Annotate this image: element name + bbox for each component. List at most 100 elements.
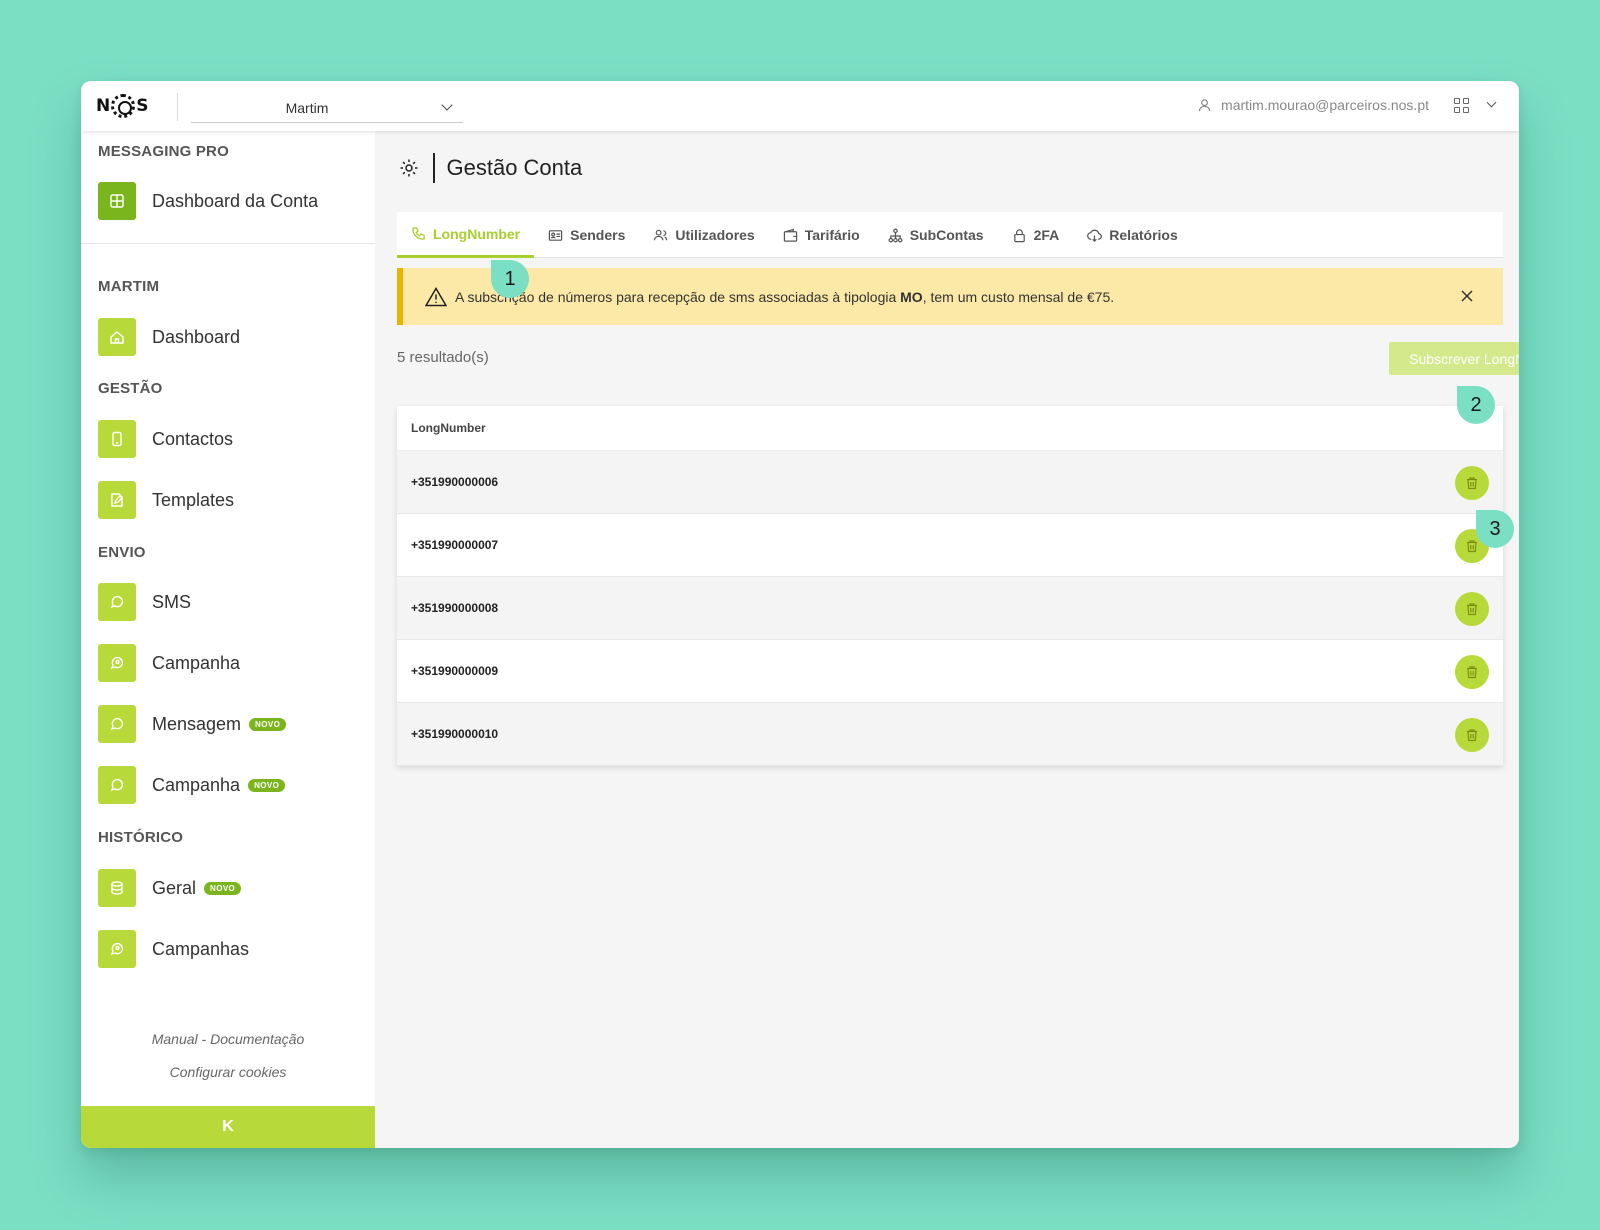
edit-document-icon [98, 481, 136, 519]
tab-longnumber[interactable]: LongNumber [397, 212, 535, 258]
delete-button[interactable] [1455, 655, 1489, 689]
longnumber-cell: +351990000007 [411, 538, 499, 552]
database-icon [98, 869, 136, 907]
sidebar-item-geral[interactable]: Geral NOVO [98, 869, 242, 907]
new-badge: NOVO [249, 717, 287, 731]
section-title-product: MESSAGING PRO [98, 143, 229, 160]
tab-tarifario[interactable]: Tarifário [769, 212, 874, 258]
tab-label: Senders [570, 227, 626, 243]
chat-bubble-icon [98, 766, 136, 804]
chat-bubble-icon [98, 705, 136, 743]
step-marker-1: 1 [491, 260, 529, 298]
table-row: +351990000006 [397, 451, 1503, 514]
top-bar: NS Martim martim.mourao@parceiros.nos.pt [81, 81, 1519, 131]
account-select-value: Martim [285, 100, 329, 116]
alert-text: A subscrição de números para recepção de… [455, 288, 1115, 305]
user-icon [1198, 98, 1211, 111]
page-title: Gestão Conta [446, 155, 583, 180]
user-menu[interactable]: martim.mourao@parceiros.nos.pt [1198, 97, 1429, 113]
trash-icon [1467, 603, 1477, 616]
tab-utilizadores[interactable]: Utilizadores [639, 212, 768, 258]
table-row: +351990000007 [397, 514, 1503, 577]
sidebar-item-label: Templates [152, 489, 235, 510]
subscribe-longnumber-button[interactable]: Subscrever LongNumber [1389, 342, 1519, 375]
divider [177, 93, 178, 121]
section-title-martim: MARTIM [98, 278, 160, 295]
sidebar-item-dashboard-conta[interactable]: Dashboard da Conta [98, 182, 318, 220]
section-title-historico: HISTÓRICO [98, 829, 184, 846]
manual-link[interactable]: Manual - Documentação [81, 1031, 375, 1047]
gear-icon [400, 159, 418, 177]
sidebar-item-label: Campanha [152, 774, 241, 795]
tab-subcontas[interactable]: SubContas [874, 212, 998, 258]
tab-label: Relatórios [1109, 227, 1178, 243]
sidebar-item-label: Campanhas [152, 938, 250, 959]
page-header: Gestão Conta [399, 153, 582, 183]
collapse-sidebar-button[interactable]: K [81, 1106, 375, 1148]
home-icon [98, 318, 136, 356]
sidebar-item-label: Campanha [152, 652, 241, 673]
section-title-envio: ENVIO [98, 544, 146, 561]
sidebar-item-mensagem[interactable]: Mensagem NOVO [98, 705, 287, 743]
trash-icon [1467, 729, 1477, 742]
tab-label: Tarifário [804, 227, 860, 243]
sidebar-item-sms[interactable]: SMS [98, 583, 191, 621]
phone-icon [412, 227, 425, 240]
chevron-down-icon [441, 99, 453, 111]
nos-logo[interactable]: NS [96, 93, 148, 119]
sidebar: MESSAGING PRO Dashboard da Conta MARTIM … [81, 131, 375, 1148]
app-window: NS Martim martim.mourao@parceiros.nos.pt… [81, 81, 1519, 1148]
sidebar-item-label: Mensagem [152, 713, 242, 734]
new-badge: NOVO [248, 778, 286, 792]
sidebar-item-campanha-novo[interactable]: Campanha NOVO [98, 766, 286, 804]
table-row: +351990000010 [397, 703, 1503, 766]
results-count: 5 resultado(s) [397, 349, 489, 366]
delete-button[interactable] [1455, 718, 1489, 752]
close-icon[interactable] [1459, 288, 1475, 304]
table-row: +351990000009 [397, 640, 1503, 703]
divider [81, 243, 375, 244]
chat-search-icon [98, 930, 136, 968]
warning-icon [425, 286, 447, 306]
longnumber-cell: +351990000006 [411, 475, 499, 489]
chat-search-icon [98, 644, 136, 682]
tab-label: SubContas [909, 227, 984, 243]
longnumber-cell: +351990000010 [411, 727, 499, 741]
tab-relatorios[interactable]: Relatórios [1073, 212, 1191, 258]
tab-bar: LongNumber Senders Utilizadores Tarifári… [397, 212, 1503, 258]
trash-icon [1467, 666, 1477, 679]
wallet-icon [783, 228, 797, 242]
chevron-down-icon[interactable] [1486, 97, 1497, 108]
account-select[interactable]: Martim [191, 93, 463, 123]
table-row: +351990000008 [397, 577, 1503, 640]
divider [433, 153, 435, 183]
sidebar-item-campanhas[interactable]: Campanhas [98, 930, 249, 968]
tab-2fa[interactable]: 2FA [998, 212, 1074, 258]
trash-icon [1467, 477, 1477, 490]
grid-icon [98, 182, 136, 220]
chat-bubble-icon [98, 583, 136, 621]
sidebar-item-campanha[interactable]: Campanha [98, 644, 240, 682]
trash-icon [1467, 540, 1477, 553]
longnumber-cell: +351990000008 [411, 601, 499, 615]
section-title-gestao: GESTÃO [98, 380, 163, 397]
tab-senders[interactable]: Senders [534, 212, 639, 258]
sidebar-item-dashboard[interactable]: Dashboard [98, 318, 240, 356]
user-email: martim.mourao@parceiros.nos.pt [1221, 97, 1429, 113]
users-icon [654, 229, 668, 240]
sidebar-item-label: Geral [152, 877, 197, 898]
tab-label: 2FA [1033, 227, 1060, 243]
delete-button[interactable] [1455, 466, 1489, 500]
cookies-link[interactable]: Configurar cookies [81, 1064, 375, 1080]
apps-grid-icon[interactable] [1454, 98, 1469, 113]
sidebar-item-templates[interactable]: Templates [98, 481, 234, 519]
step-marker-2: 2 [1457, 386, 1495, 424]
sidebar-item-contactos[interactable]: Contactos [98, 420, 233, 458]
sidebar-item-label: Dashboard da Conta [152, 190, 319, 211]
step-marker-3: 3 [1476, 510, 1514, 548]
tab-label: LongNumber [433, 225, 521, 242]
sidebar-item-label: SMS [152, 591, 192, 612]
lock-icon [1013, 228, 1025, 242]
delete-button[interactable] [1455, 592, 1489, 626]
cost-alert: A subscrição de números para recepção de… [397, 268, 1503, 325]
